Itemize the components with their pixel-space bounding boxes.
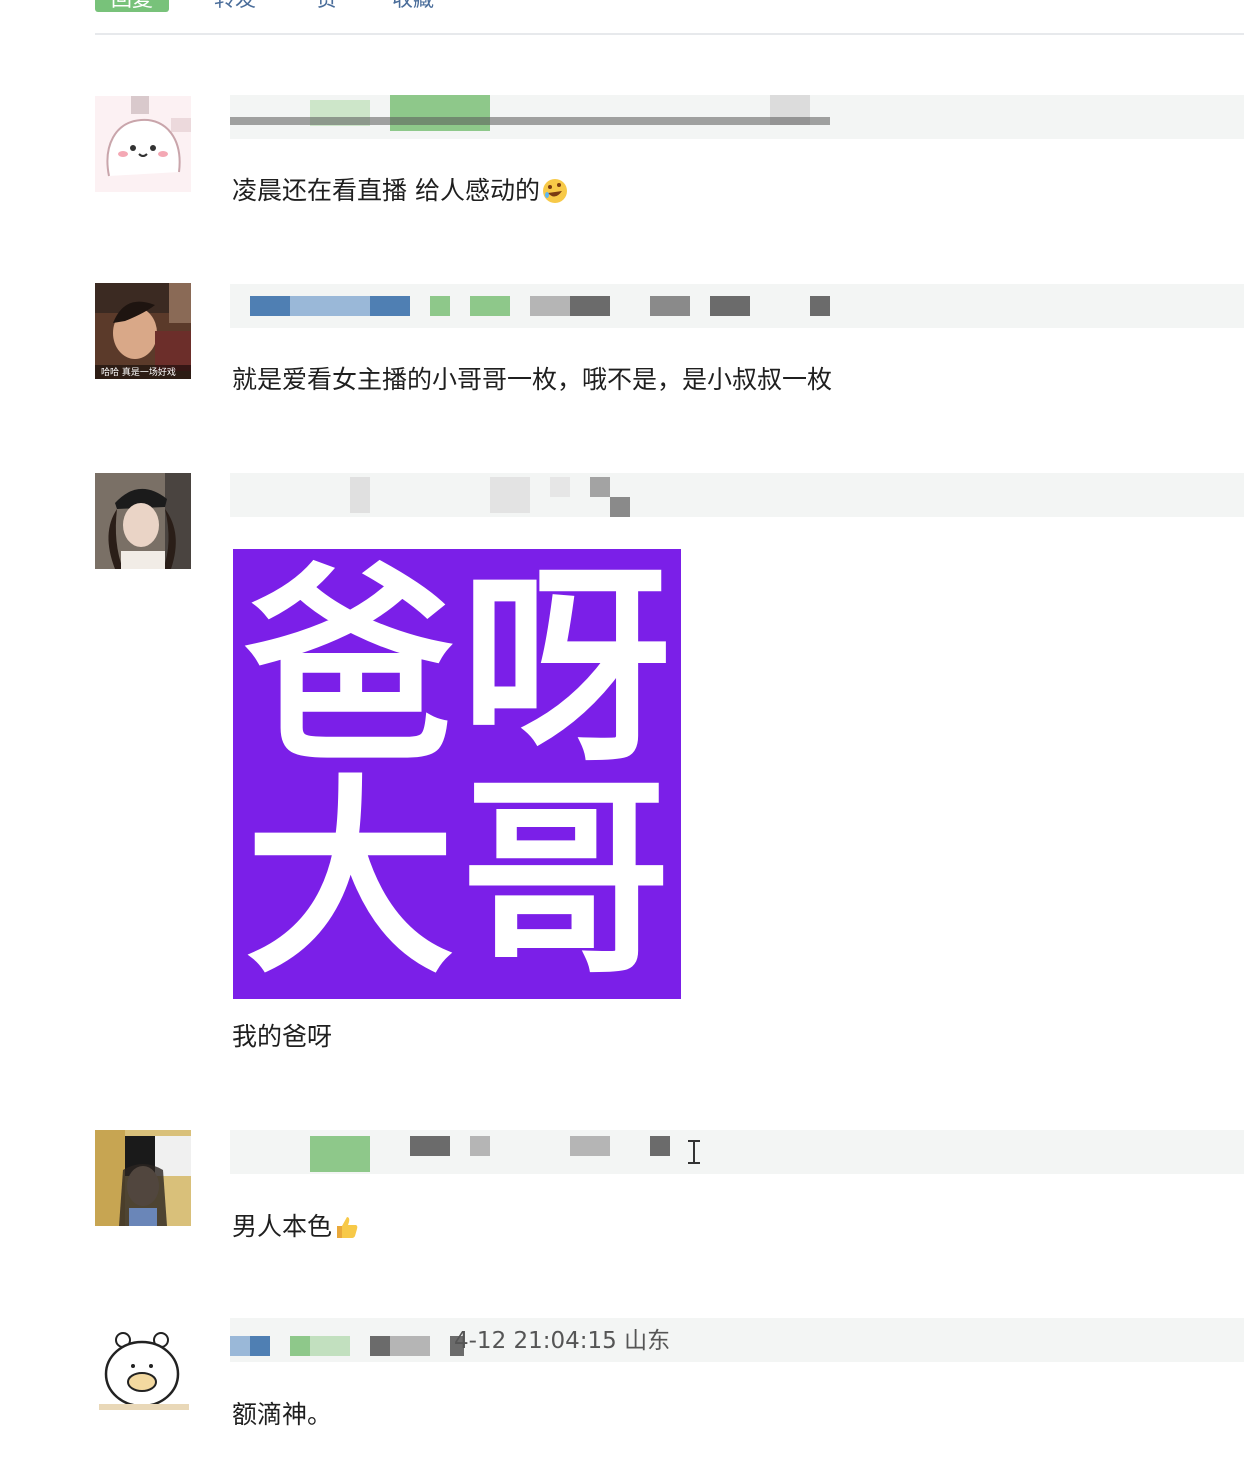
tab-repost[interactable]: 转发 — [210, 0, 260, 12]
tab-reply[interactable]: 回复 — [95, 0, 169, 12]
comment-text: 就是爱看女主播的小哥哥一枚，哦不是，是小叔叔一枚 — [232, 365, 833, 394]
comment-timestamp-location: 4-12 21:04:15 山东 — [454, 1328, 671, 1354]
sticker-char: 爸 — [245, 549, 456, 790]
comment-meta: 4-12 21:04:15 山东 — [230, 1318, 1244, 1362]
tab-bar: 回复 转发 赞 收藏 — [0, 0, 1244, 34]
avatar[interactable] — [95, 473, 191, 569]
comment-meta — [230, 284, 1244, 328]
avatar[interactable] — [95, 1318, 191, 1414]
thumbs-up-emoji-icon — [337, 1217, 358, 1238]
cartoon-bear-avatar-icon — [95, 1318, 191, 1414]
tab-like[interactable]: 赞 — [312, 0, 341, 12]
comment-text: 额滴神。 — [232, 1400, 333, 1429]
sticker-char: 大 — [245, 757, 456, 999]
tab-favorite[interactable]: 收藏 — [388, 0, 438, 12]
sticker-char: 哥 — [461, 757, 672, 999]
rofl-emoji-icon — [542, 179, 567, 203]
comment-meta — [230, 1130, 1244, 1174]
avatar[interactable] — [95, 96, 191, 192]
comment-text: 我的爸呀 — [232, 1022, 333, 1051]
text-cursor-icon — [688, 1140, 700, 1164]
avatar[interactable] — [95, 1130, 191, 1226]
photo-avatar-woman-phone-icon — [95, 1130, 191, 1226]
comment-meta — [230, 95, 1244, 139]
avatar[interactable]: 哈哈 真是一场好戏 — [95, 283, 191, 379]
sticker-image[interactable]: 爸 呀 大 哥 — [233, 549, 681, 999]
comment-meta — [230, 473, 1244, 517]
avatar-caption: 哈哈 真是一场好戏 — [101, 368, 176, 378]
comment-text: 凌晨还在看直播 给人感动的 — [232, 174, 568, 208]
comment-text: 男人本色 — [232, 1210, 360, 1244]
cartoon-bunny-avatar-icon — [95, 96, 191, 192]
tab-divider — [95, 33, 1244, 35]
sticker-char: 呀 — [461, 549, 672, 790]
photo-avatar-woman-cap-icon — [95, 473, 191, 569]
